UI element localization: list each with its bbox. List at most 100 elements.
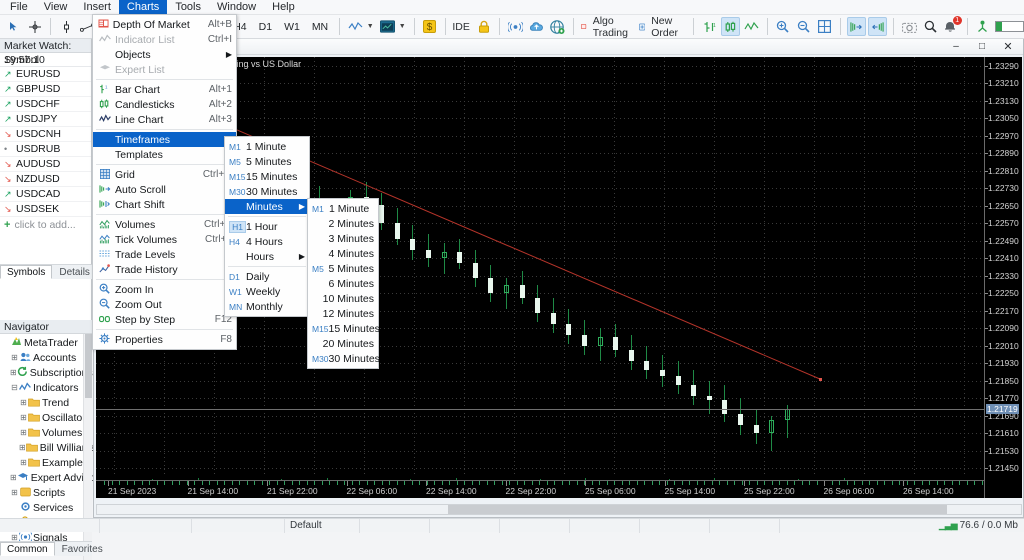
- indicators-icon[interactable]: [346, 17, 365, 36]
- expander-icon[interactable]: ⊞: [10, 488, 19, 497]
- indicators-dropdown-caret[interactable]: ▼: [367, 23, 374, 30]
- menu-item-15-minutes[interactable]: M15 15 Minutes: [308, 321, 380, 336]
- zoom-in-icon[interactable]: [773, 17, 792, 36]
- menu-item-file[interactable]: File: [2, 0, 36, 15]
- menu-item-monthly[interactable]: MN Monthly: [225, 299, 309, 314]
- chart-shift-right-icon[interactable]: [847, 17, 867, 36]
- expander-icon[interactable]: ⊞: [10, 473, 17, 482]
- market-watch-row[interactable]: ↘ AUDUSD: [0, 157, 91, 172]
- dollar-icon[interactable]: $: [420, 17, 439, 36]
- expander-icon[interactable]: ⊞: [10, 353, 19, 362]
- menu-item-zoom-out[interactable]: Zoom Out-: [93, 297, 236, 312]
- navigator-item-subscriptions[interactable]: ⊞ Subscriptions: [0, 365, 93, 380]
- expander-icon[interactable]: ⊟: [10, 383, 19, 392]
- menu-item-minutes[interactable]: ·Minutes ▶: [225, 199, 309, 214]
- market-watch-add-symbol[interactable]: + click to add...: [0, 217, 91, 232]
- tab-details[interactable]: Details: [52, 265, 97, 279]
- status-profile[interactable]: Default: [285, 518, 360, 533]
- menu-item-5-minutes[interactable]: M5 5 Minutes: [308, 261, 378, 276]
- ide-button[interactable]: IDE: [452, 17, 472, 36]
- expander-icon[interactable]: ⊞: [19, 428, 28, 437]
- menu-item-5-minutes[interactable]: M5 5 Minutes: [225, 154, 309, 169]
- navigator-item-oscillators[interactable]: ⊞ Oscillators: [0, 410, 92, 425]
- bar-chart-icon[interactable]: 1: [700, 17, 719, 36]
- menu-item-timeframes[interactable]: Timeframes▶: [93, 132, 236, 147]
- lock-icon[interactable]: [474, 17, 493, 36]
- navigator-item-accounts[interactable]: ⊞ Accounts: [0, 350, 92, 365]
- navigator-item-expert-advisors[interactable]: ⊞ Expert Advisors: [0, 470, 104, 485]
- crosshair-icon[interactable]: [25, 17, 44, 36]
- cursor-icon[interactable]: [4, 17, 23, 36]
- menu-item-trade-levels[interactable]: Trade Levels: [93, 247, 236, 262]
- expander-icon[interactable]: ⊞: [10, 368, 17, 377]
- expander-icon[interactable]: ⊞: [19, 398, 28, 407]
- menu-item-zoom-in[interactable]: Zoom In+: [93, 282, 236, 297]
- menu-item-1-minute[interactable]: M1 1 Minute: [225, 139, 309, 154]
- menu-item-20-minutes[interactable]: ·20 Minutes: [308, 336, 378, 351]
- menu-item-hours[interactable]: ·Hours ▶: [225, 249, 309, 264]
- templates-dropdown-caret[interactable]: ▼: [399, 23, 406, 30]
- menu-item-4-minutes[interactable]: ·4 Minutes: [308, 246, 378, 261]
- menu-item-3-minutes[interactable]: ·3 Minutes: [308, 231, 378, 246]
- navigator-item-examples[interactable]: ⊞ Examples: [0, 455, 92, 470]
- market-watch-row[interactable]: • USDRUB: [0, 142, 91, 157]
- time-axis[interactable]: 21 Sep 2023 21 Sep 14:00 21 Sep 22:00 22 Se…: [96, 480, 984, 498]
- menu-item-10-minutes[interactable]: ·10 Minutes: [308, 291, 378, 306]
- chart-shift-left-icon[interactable]: [868, 17, 888, 36]
- minutes-submenu[interactable]: M11 Minute·2 Minutes·3 Minutes·4 Minutes…: [307, 198, 380, 369]
- menu-item-30-minutes[interactable]: M30 30 Minutes: [225, 184, 309, 199]
- zoom-out-icon[interactable]: [794, 17, 813, 36]
- tab-common[interactable]: Common: [0, 542, 55, 556]
- menu-item-bar-chart[interactable]: 1 Bar Chart Alt+1: [93, 82, 236, 97]
- scrollbar-thumb[interactable]: [85, 334, 92, 398]
- navigator-item-services[interactable]: Services: [0, 500, 92, 515]
- menu-item-6-minutes[interactable]: ·6 Minutes: [308, 276, 378, 291]
- menu-item-candlesticks[interactable]: Candlesticks Alt+2: [93, 97, 236, 112]
- menu-item-templates[interactable]: Templates▶: [93, 147, 236, 162]
- menu-item-tick-volumes[interactable]: Tick Volumes Ctrl+L: [93, 232, 236, 247]
- market-watch-row[interactable]: ↗ GBPUSD: [0, 82, 91, 97]
- scrollbar-thumb[interactable]: [448, 505, 948, 514]
- menu-item-volumes[interactable]: Volumes Ctrl+K: [93, 217, 236, 232]
- menu-item-weekly[interactable]: W1 Weekly: [225, 284, 309, 299]
- market-watch-row[interactable]: ↘ NZDUSD: [0, 172, 91, 187]
- menu-item-30-minutes[interactable]: M30 30 Minutes: [308, 351, 380, 366]
- chart-horizontal-scrollbar[interactable]: [96, 504, 1022, 515]
- navigator-item-bill-williams[interactable]: ⊞ Bill Williams: [0, 440, 96, 455]
- navigator-item-metatrader[interactable]: MetaTrader: [0, 335, 92, 350]
- menu-item-objects[interactable]: Objects ▶: [93, 47, 236, 62]
- algo-trading-button[interactable]: Algo Trading: [579, 15, 634, 39]
- menu-item-properties[interactable]: Properties F8: [93, 332, 236, 347]
- navigator-item-indicators[interactable]: ⊟ Indicators: [0, 380, 92, 395]
- menu-item-auto-scroll[interactable]: Auto Scroll: [93, 182, 236, 197]
- expander-icon[interactable]: ⊞: [19, 443, 26, 452]
- timeframes-submenu[interactable]: M1 1 Minute M5 5 Minutes M15 15 Minutes M30 30 …: [224, 136, 310, 317]
- cloud-icon[interactable]: [527, 17, 546, 36]
- line-chart-icon[interactable]: [742, 17, 761, 36]
- timeframe-button-MN[interactable]: MN: [307, 17, 333, 36]
- menu-item-charts[interactable]: Charts: [118, 0, 168, 15]
- menu-item-2-minutes[interactable]: ·2 Minutes: [308, 216, 378, 231]
- tab-favorites[interactable]: Favorites: [55, 542, 110, 556]
- market-watch-column-header[interactable]: Symbol: [0, 53, 91, 67]
- menu-item-chart-shift[interactable]: Chart Shift: [93, 197, 236, 212]
- signals-icon[interactable]: [506, 17, 525, 36]
- menu-item-1-minute[interactable]: M1 1 Minute: [308, 201, 378, 216]
- menu-item-daily[interactable]: D1 Daily: [225, 269, 309, 284]
- connection-icon[interactable]: [973, 17, 992, 36]
- market-watch-row[interactable]: ↗ EURUSD: [0, 67, 91, 82]
- market-watch-row[interactable]: ↗ USDCAD: [0, 187, 91, 202]
- navigator-item-trend[interactable]: ⊞ Trend: [0, 395, 92, 410]
- menu-item-depth-of-market[interactable]: Depth Of Market Alt+B: [93, 17, 236, 32]
- menu-item-view[interactable]: View: [36, 0, 76, 15]
- maximize-button[interactable]: □: [969, 39, 995, 54]
- navigator-item-scripts[interactable]: ⊞ Scripts: [0, 485, 92, 500]
- price-axis[interactable]: 1.23290 1.23210 1.23130 1.23050 1.22970 1.228…: [984, 57, 1022, 498]
- charts-menu[interactable]: Depth Of Market Alt+B Indicator List Ctrl+I…: [92, 14, 237, 350]
- menu-item-insert[interactable]: Insert: [75, 0, 119, 15]
- expander-icon[interactable]: ⊞: [19, 413, 28, 422]
- templates-icon[interactable]: [378, 17, 397, 36]
- candlestick-chart-icon[interactable]: [720, 17, 740, 36]
- screenshot-icon[interactable]: [900, 17, 919, 36]
- market-watch-row[interactable]: ↘ USDSEK: [0, 202, 91, 217]
